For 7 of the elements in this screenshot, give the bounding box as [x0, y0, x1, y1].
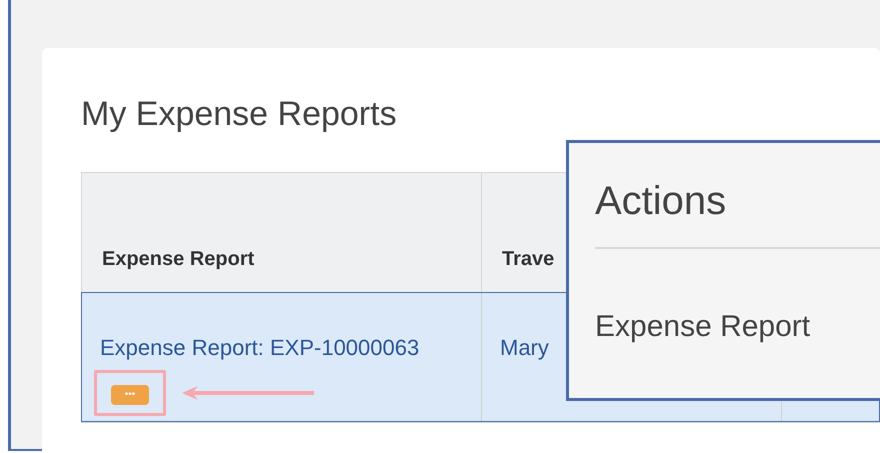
popup-menu-item[interactable]: Expense Report [595, 309, 880, 345]
traveler-name: Mary [500, 335, 549, 360]
page-title: My Expense Reports [81, 94, 398, 134]
popup-title: Actions [595, 178, 728, 225]
column-header: Expense Report [81, 172, 481, 292]
arrow-icon [182, 386, 314, 400]
report-link[interactable]: Expense Report: EXP-10000063 [100, 335, 420, 360]
